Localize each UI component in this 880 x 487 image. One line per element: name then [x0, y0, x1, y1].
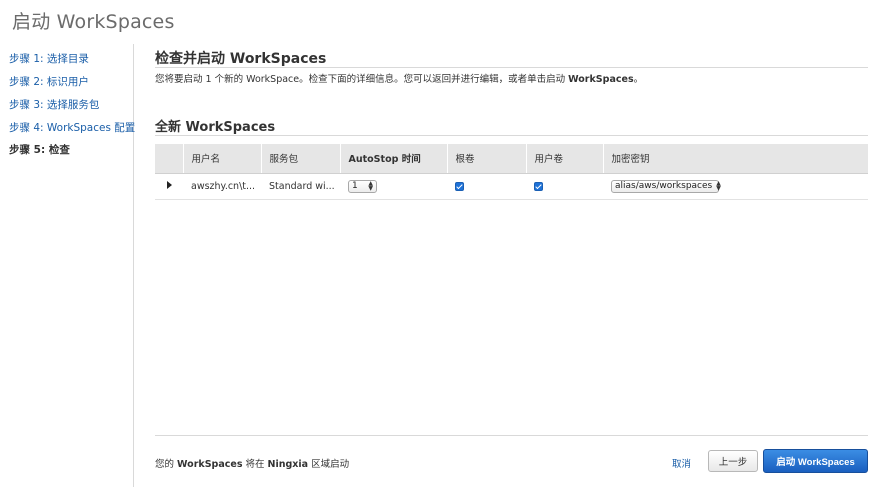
- autostop-select[interactable]: 1 ▲ ▼: [348, 179, 377, 193]
- review-description: 您将要启动 1 个新的 WorkSpace。检查下面的详细信息。您可以返回并进行…: [155, 71, 643, 85]
- region-notice-region: Ningxia: [267, 459, 309, 470]
- step-2-link[interactable]: 步骤 2: 标识用户: [9, 74, 89, 89]
- header-autostop: AutoStop 时间: [339, 144, 447, 174]
- review-title: 检查并启动 WorkSpaces: [155, 51, 327, 67]
- workspaces-table: 用户名 服务包 AutoStop 时间 根卷 用户卷 加密密钥 awszhy.c…: [155, 144, 868, 200]
- footer-divider: [155, 435, 868, 436]
- autostop-select-value: 1: [352, 181, 358, 191]
- page-title: 启动 WorkSpaces: [12, 11, 175, 33]
- step-5-current: 步骤 5: 检查: [9, 144, 70, 156]
- header-expand: [155, 144, 183, 174]
- cell-bundle: Standard wi...: [261, 173, 340, 200]
- launch-workspaces-button[interactable]: 启动 WorkSpaces: [763, 449, 868, 473]
- region-notice: 您的 WorkSpaces 将在 Ningxia 区域启动: [155, 456, 349, 470]
- cell-encryption-key: alias/aws/workspaces ▲ ▼: [603, 173, 868, 200]
- expand-triangle-icon[interactable]: [167, 180, 172, 189]
- encryption-key-select[interactable]: alias/aws/workspaces ▲ ▼: [611, 179, 721, 193]
- step-1-link[interactable]: 步骤 1: 选择目录: [9, 51, 89, 66]
- divider: [155, 67, 868, 68]
- region-notice-product: WorkSpaces: [177, 459, 243, 470]
- select-arrows-icon: ▲ ▼: [716, 180, 721, 192]
- table-header-row: 用户名 服务包 AutoStop 时间 根卷 用户卷 加密密钥: [155, 144, 868, 174]
- header-bundle: 服务包: [260, 144, 340, 174]
- cell-username: awszhy.cn\t...: [183, 173, 261, 200]
- wizard-steps-sidebar: 步骤 1: 选择目录 步骤 2: 标识用户 步骤 3: 选择服务包 步骤 4: …: [0, 44, 135, 487]
- cancel-link[interactable]: 取消: [672, 456, 691, 470]
- previous-button[interactable]: 上一步: [708, 450, 758, 472]
- new-workspaces-title: 全新 WorkSpaces: [155, 120, 276, 135]
- region-notice-text: 将在: [242, 459, 268, 470]
- region-notice-text: 区域启动: [308, 459, 350, 470]
- step-3-link[interactable]: 步骤 3: 选择服务包: [9, 97, 99, 112]
- review-description-bold: WorkSpaces: [568, 74, 634, 85]
- cell-user-volume: [526, 173, 603, 200]
- divider: [155, 135, 868, 136]
- root-volume-checkbox[interactable]: [455, 181, 464, 191]
- header-root-volume: 根卷: [446, 144, 526, 174]
- review-description-text: 您将要启动 1 个新的 WorkSpace。检查下面的详细信息。您可以返回并进行…: [155, 74, 569, 85]
- user-volume-checkbox[interactable]: [534, 181, 543, 191]
- header-username: 用户名: [182, 144, 261, 174]
- step-4-link[interactable]: 步骤 4: WorkSpaces 配置: [9, 120, 135, 135]
- encryption-key-select-value: alias/aws/workspaces: [615, 181, 713, 191]
- cell-root-volume: [447, 173, 526, 200]
- cell-expand: [155, 173, 183, 200]
- cell-autostop: 1 ▲ ▼: [340, 173, 447, 200]
- review-description-end: 。: [633, 74, 644, 85]
- select-arrows-icon: ▲ ▼: [368, 180, 373, 192]
- header-encryption-key: 加密密钥: [602, 144, 868, 174]
- header-user-volume: 用户卷: [525, 144, 603, 174]
- region-notice-text: 您的: [155, 459, 178, 470]
- table-row: awszhy.cn\t... Standard wi... 1 ▲ ▼ alias…: [155, 173, 868, 200]
